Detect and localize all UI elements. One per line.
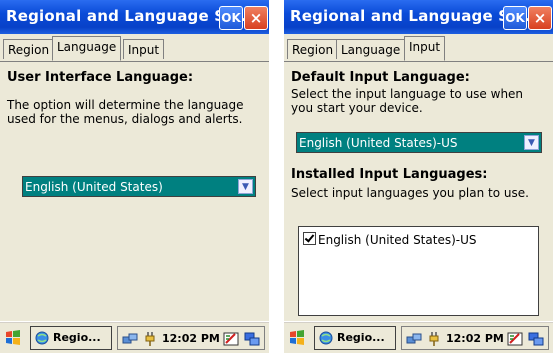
system-tray: 12:02 PM	[117, 326, 265, 350]
desktop-switch-icon[interactable]	[528, 331, 544, 347]
installed-input-description: Select input languages you plan to use.	[291, 186, 529, 200]
close-button[interactable]: ×	[244, 6, 268, 30]
tab-content: User Interface Language: The option will…	[0, 62, 269, 318]
tab-region[interactable]: Region	[287, 39, 339, 59]
task-button-regional[interactable]: Regio...	[314, 326, 396, 350]
input-language-select-value: English (United States)-US	[299, 136, 458, 150]
power-plug-icon[interactable]	[426, 331, 442, 347]
installed-input-heading: Installed Input Languages:	[291, 167, 488, 182]
close-button[interactable]: ×	[528, 6, 552, 30]
regional-settings-icon	[35, 331, 49, 345]
clock: 12:02 PM	[446, 332, 504, 345]
list-item-label: English (United States)-US	[318, 233, 477, 247]
installed-languages-list[interactable]: English (United States)-US	[298, 226, 539, 316]
ok-button[interactable]: OK	[219, 6, 243, 30]
language-tab-screen: Regional and Language Se... OK × Region …	[0, 0, 269, 353]
input-tab-screen: Regional and Language Se... OK × Region …	[284, 0, 553, 353]
task-button-regional[interactable]: Regio...	[30, 326, 112, 350]
tab-region[interactable]: Region	[3, 39, 55, 59]
windows-flag-icon[interactable]	[288, 329, 306, 347]
tab-language[interactable]: Language	[336, 39, 406, 59]
ui-language-select[interactable]: English (United States) ▼	[22, 176, 256, 197]
taskbar: Regio... 12:02 PM	[0, 321, 269, 353]
desktop-switch-icon[interactable]	[244, 331, 260, 347]
list-item[interactable]: English (United States)-US	[303, 232, 477, 247]
window-title: Regional and Language Se...	[290, 7, 538, 25]
checkbox-checked-icon[interactable]	[303, 232, 316, 245]
power-plug-icon[interactable]	[142, 331, 158, 347]
ui-language-select-value: English (United States)	[25, 180, 163, 194]
task-button-label: Regio...	[337, 331, 385, 344]
clock: 12:02 PM	[162, 332, 220, 345]
chevron-down-icon[interactable]: ▼	[238, 179, 253, 194]
system-tray: 12:02 PM	[401, 326, 549, 350]
taskbar: Regio... 12:02 PM	[284, 321, 553, 353]
title-bar: Regional and Language Se... OK ×	[0, 0, 269, 34]
tab-input[interactable]: Input	[123, 39, 165, 59]
tab-input[interactable]: Input	[404, 36, 446, 61]
input-panel-icon[interactable]	[507, 331, 523, 347]
ui-language-heading: User Interface Language:	[7, 70, 194, 85]
ui-language-description: The option will determine the language u…	[7, 98, 244, 126]
chevron-down-icon[interactable]: ▼	[524, 135, 539, 150]
default-input-description: Select the input language to use when yo…	[291, 87, 524, 115]
input-panel-icon[interactable]	[223, 331, 239, 347]
input-language-select[interactable]: English (United States)-US ▼	[296, 132, 542, 153]
tab-strip: Region Language Input	[0, 34, 269, 62]
tab-strip: Region Language Input	[284, 34, 553, 62]
title-bar: Regional and Language Se... OK ×	[284, 0, 553, 34]
task-button-label: Regio...	[53, 331, 101, 344]
window-title: Regional and Language Se...	[6, 7, 254, 25]
windows-flag-icon[interactable]	[4, 329, 22, 347]
default-input-heading: Default Input Language:	[291, 70, 470, 85]
network-icon[interactable]	[406, 331, 422, 347]
tab-language[interactable]: Language	[52, 36, 122, 61]
network-icon[interactable]	[122, 331, 138, 347]
ok-button[interactable]: OK	[503, 6, 527, 30]
regional-settings-icon	[319, 331, 333, 345]
